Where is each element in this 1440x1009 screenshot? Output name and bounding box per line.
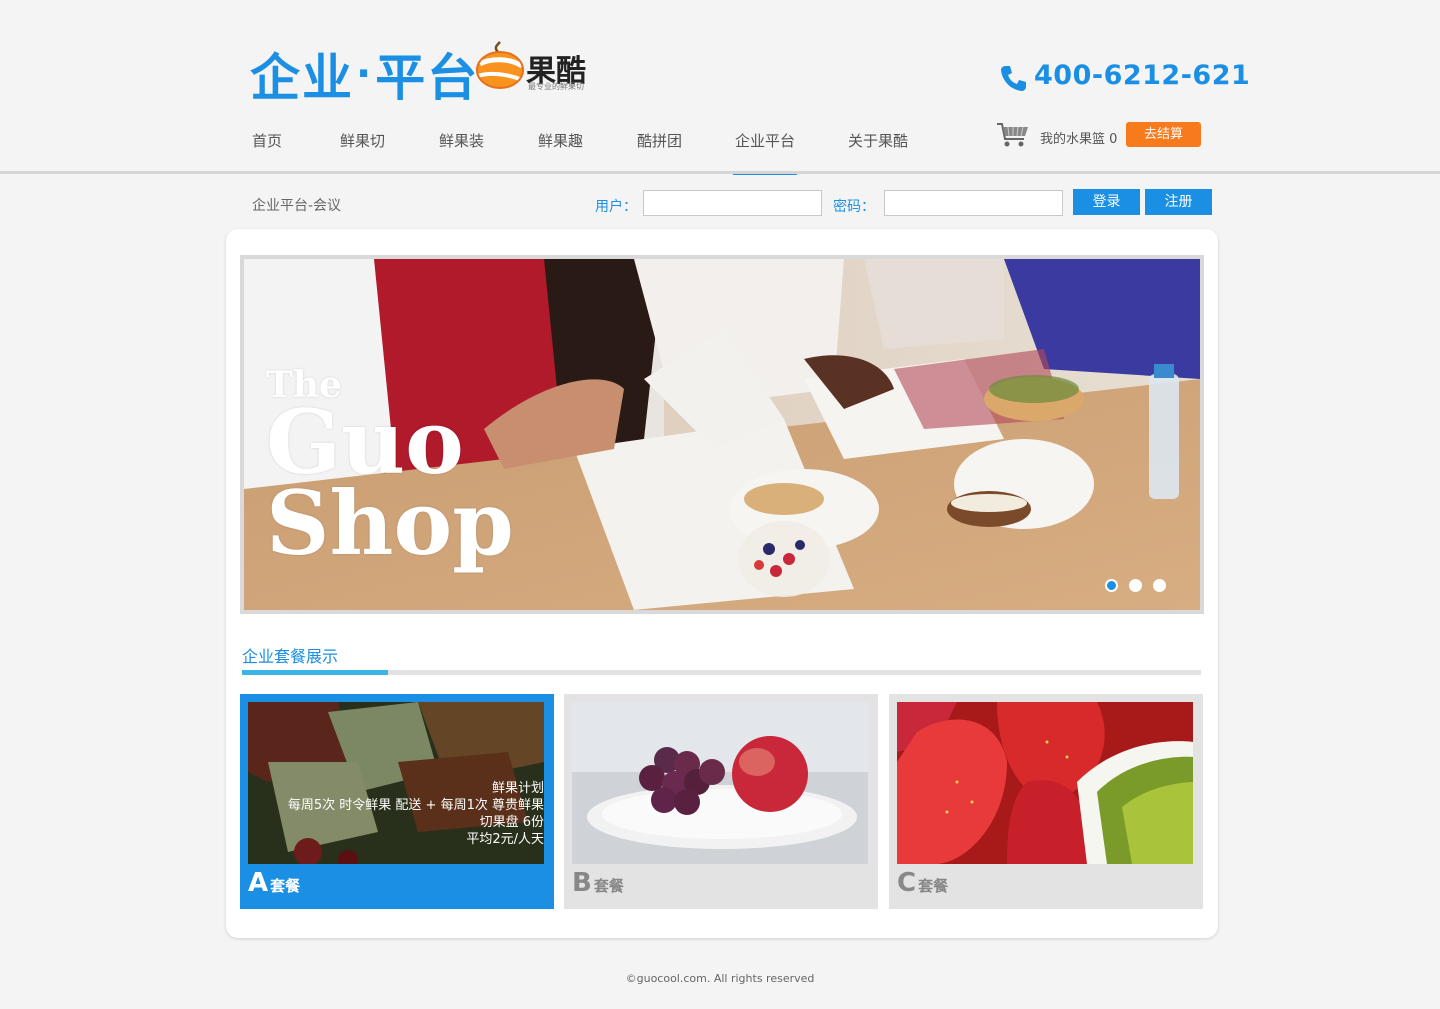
shopping-cart-icon[interactable]: [996, 122, 1030, 148]
banner-title-shop: Shop: [266, 471, 514, 576]
carousel-dots: [1099, 577, 1166, 596]
section-title: 企业套餐展示: [242, 647, 339, 666]
orange-peel-icon: [476, 41, 524, 89]
brand-title-dot: ·: [356, 51, 374, 97]
nav-item-home[interactable]: 首页: [252, 130, 282, 175]
package-card-c[interactable]: C 套餐: [889, 694, 1203, 909]
nav-item-fresh-pack[interactable]: 鲜果装: [439, 130, 484, 175]
register-button[interactable]: 注册: [1145, 189, 1212, 215]
guocool-logo[interactable]: 果酷 最专业的鲜果切: [474, 34, 604, 94]
banner-carousel[interactable]: The Guo Shop: [240, 255, 1204, 614]
package-a-suffix: 套餐: [270, 877, 301, 895]
login-button[interactable]: 登录: [1073, 189, 1140, 215]
package-c-letter: C: [897, 868, 917, 898]
package-card-a[interactable]: 鲜果计划 每周5次 时令鲜果 配送 + 每周1次 尊贵鲜果 切果盘 6份 平均2…: [240, 694, 554, 909]
password-label: 密码：: [833, 199, 875, 215]
phone-number: 400-6212-621: [1034, 60, 1251, 91]
package-b-suffix: 套餐: [593, 877, 624, 895]
package-b-image: [572, 702, 868, 864]
breadcrumb: 企业平台-会议: [252, 198, 342, 214]
package-a-desc-line1: 鲜果计划: [491, 781, 544, 796]
section-divider-active: [242, 670, 388, 675]
package-a-description: 鲜果计划 每周5次 时令鲜果 配送 + 每周1次 尊贵鲜果 切果盘 6份 平均2…: [288, 780, 544, 848]
carousel-dot-2[interactable]: [1128, 579, 1142, 592]
site-header: 企业·平台 果酷 最专业的鲜果切 400-6212-621 首页 鲜果切 鲜果装…: [0, 0, 1440, 175]
package-c-suffix: 套餐: [918, 877, 949, 895]
brand-title-part1: 企业: [250, 49, 354, 107]
cart-label[interactable]: 我的水果篮 0: [1040, 128, 1117, 147]
brand-title: 企业·平台: [250, 38, 479, 110]
package-b-letter: B: [572, 868, 592, 898]
package-a-letter: A: [248, 868, 269, 898]
nav-item-fresh-cut[interactable]: 鲜果切: [340, 130, 385, 175]
password-input[interactable]: [884, 190, 1063, 216]
nav-item-about[interactable]: 关于果酷: [848, 130, 908, 175]
header-divider: [0, 171, 1440, 174]
package-a-desc-line2: 每周5次 时令鲜果 配送 + 每周1次 尊贵鲜果: [287, 798, 544, 813]
banner-title: The Guo Shop: [266, 367, 514, 576]
package-c-image: [897, 702, 1193, 864]
footer-copyright: ©guocool.com. All rights reserved: [625, 972, 815, 985]
nav-item-enterprise[interactable]: 企业平台: [732, 130, 798, 175]
user-input[interactable]: [643, 190, 822, 216]
package-a-label: A 套餐: [248, 868, 300, 898]
user-label: 用户：: [595, 199, 637, 215]
package-card-b[interactable]: B 套餐: [564, 694, 878, 909]
brand-title-part2: 平台: [375, 49, 480, 107]
phone-icon: [1001, 66, 1026, 91]
login-bar: 企业平台-会议 用户： 密码： 登录 注册: [0, 185, 1440, 221]
package-b-label: B 套餐: [572, 868, 624, 898]
checkout-button[interactable]: 去结算: [1126, 122, 1201, 147]
carousel-dot-1[interactable]: [1104, 579, 1118, 592]
nav-item-group-buy[interactable]: 酷拼团: [637, 130, 682, 175]
package-a-desc-line3: 切果盘 6份: [479, 815, 544, 830]
nav-item-fresh-fun[interactable]: 鲜果趣: [538, 130, 583, 175]
logo-subtitle: 最专业的鲜果切: [528, 82, 584, 91]
content-panel: The Guo Shop 企业套餐展示 鲜果计划 每周5次 时令鲜果 配送 + …: [226, 229, 1218, 938]
package-a-desc-line4: 平均2元/人天: [466, 832, 544, 847]
package-c-label: C 套餐: [897, 868, 948, 898]
carousel-dot-3[interactable]: [1153, 579, 1166, 592]
